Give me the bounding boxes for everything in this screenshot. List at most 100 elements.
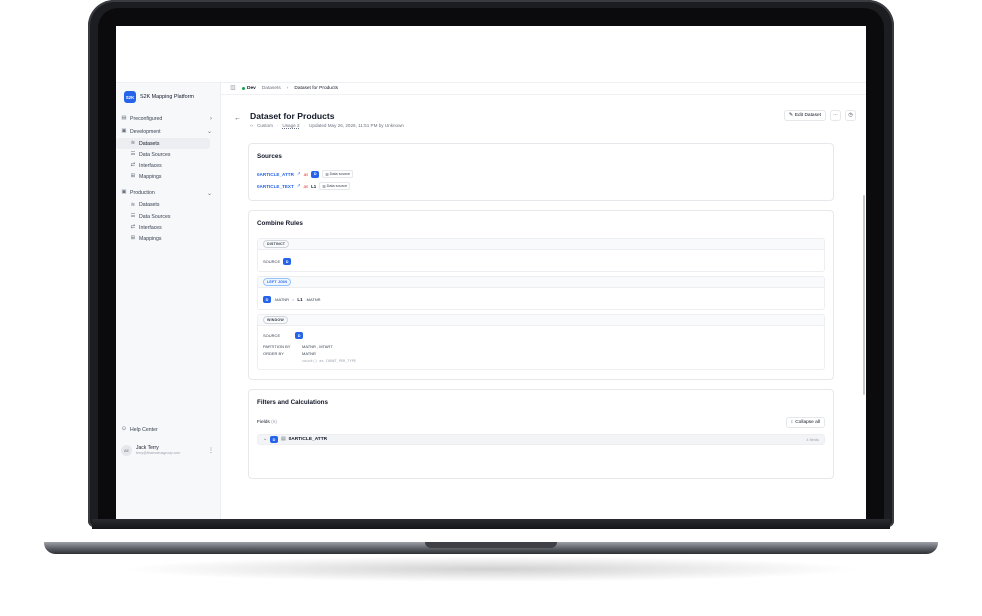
main-content: ◫ Dev Datasets › Dataset for Products ← …	[221, 83, 866, 519]
help-label: Help Center	[130, 427, 158, 433]
source-type-tag: ☰ Data source	[322, 170, 354, 178]
breadcrumb-datasets[interactable]: Datasets	[262, 86, 281, 91]
scrollbar[interactable]	[863, 195, 865, 395]
sidebar-toggle-icon[interactable]: ◫	[230, 85, 236, 92]
field-group-header[interactable]: ⌄ D ▤ 0ARTICLE_ATTR 4 fields	[257, 434, 825, 445]
distinct-badge: DISTINCT	[263, 240, 290, 248]
pencil-icon: ✎	[788, 113, 793, 118]
page-header: ← Dataset for Products ‹› Custom · Usage…	[221, 95, 866, 135]
grid-icon: ⊞	[130, 173, 136, 180]
layers-icon: ≋	[130, 139, 136, 146]
source-type-label: Data source	[326, 184, 348, 188]
more-button[interactable]: ···	[830, 110, 841, 121]
collapse-icon: ↕	[790, 420, 794, 425]
source-key-badge: L1	[311, 183, 317, 189]
source-key-badge: D	[311, 170, 320, 178]
database-icon: ☰	[130, 150, 136, 157]
left-join-badge: LEFT JOIN	[263, 278, 292, 286]
fields-label: Fields	[257, 420, 270, 425]
source-alias: as	[303, 183, 309, 189]
sidebar-item-dev-datasets[interactable]: ≋ Datasets	[116, 138, 210, 150]
app: S2K S2K Mapping Platform ▤ Preconfigured …	[116, 82, 866, 519]
database-icon: ☰	[325, 172, 329, 177]
left-field: .MATNR	[274, 297, 290, 302]
source-link[interactable]: 0ARTICLE_ATTR	[257, 172, 294, 177]
breadcrumb: ◫ Dev Datasets › Dataset for Products	[221, 83, 866, 95]
avatar: AE	[121, 445, 132, 456]
sidebar-item-label: Interfaces	[139, 162, 162, 169]
fields-heading: Fields (6)	[257, 420, 277, 425]
sidebar-item-prod-datasets[interactable]: ≋ Datasets	[116, 200, 210, 211]
page-title: Dataset for Products	[250, 111, 335, 121]
right-field: .MATNR	[305, 297, 321, 302]
meta-separator: ·	[276, 123, 279, 128]
sidebar-item-dev-interfaces[interactable]: ⇄ Interfaces	[116, 160, 210, 171]
source-link[interactable]: 0ARTICLE_TEXT	[257, 184, 294, 189]
sources-title: Sources	[257, 153, 282, 160]
sidebar: S2K S2K Mapping Platform ▤ Preconfigured …	[116, 83, 221, 519]
code-icon: ‹›	[250, 123, 254, 128]
page-meta: ‹› Custom · Usage 2 · Updated May 26, 20…	[250, 123, 404, 128]
source-label: SOURCE	[263, 333, 281, 338]
sidebar-item-prod-mappings[interactable]: ⊞ Mappings	[116, 233, 210, 244]
database-icon: ☰	[322, 184, 326, 189]
source-row: 0ARTICLE_ATTR ↗ as D ☰ Data source	[257, 170, 354, 178]
sidebar-item-dev-mappings[interactable]: ⊞ Mappings	[116, 172, 210, 183]
sidebar-item-prod-interfaces[interactable]: ⇄ Interfaces	[116, 222, 210, 233]
sidebar-item-label: Datasets	[139, 202, 160, 209]
sidebar-item-prod-data-sources[interactable]: ☰ Data Sources	[116, 211, 210, 222]
join-operator: =	[292, 297, 295, 302]
source-type-label: Data source	[329, 172, 351, 176]
rule-header: LEFT JOIN	[258, 277, 824, 288]
kebab-icon[interactable]: ⋮	[208, 447, 214, 454]
nav-group-development[interactable]: ▣ Development ⌄	[116, 125, 220, 138]
edit-dataset-label: Edit Dataset	[794, 113, 821, 118]
nav-group-production[interactable]: ▣ Production ⌄	[116, 187, 220, 200]
base-notch	[425, 542, 557, 548]
right-key-badge: L1	[297, 297, 303, 302]
chevron-down-icon: ⌄	[263, 437, 268, 442]
external-link-icon[interactable]: ↗	[297, 171, 301, 177]
chevron-right-icon: ›	[210, 116, 212, 122]
usage-link[interactable]: Usage 2	[282, 123, 299, 128]
nav-group-preconfigured[interactable]: ▤ Preconfigured ›	[116, 113, 220, 125]
back-arrow-icon[interactable]: ←	[234, 115, 241, 122]
source-row: 0ARTICLE_TEXT ↗ as L1 ☰ Data source	[257, 182, 351, 190]
preconfigured-icon: ▤	[121, 115, 127, 122]
group-name: 0ARTICLE_ATTR	[288, 437, 328, 442]
user-menu[interactable]: AE Jack Terry terry@finamdeusgroup.com ⋮	[121, 442, 214, 459]
sidebar-item-label: Interfaces	[139, 224, 162, 231]
interfaces-icon: ⇄	[130, 162, 136, 169]
rule-line: D .MATNR = L1 .MATNR	[263, 296, 321, 303]
source-key-badge: D	[283, 258, 292, 265]
nav-group-label: Production	[130, 190, 155, 197]
source-alias: as	[303, 171, 309, 177]
meta-separator: ·	[303, 123, 306, 128]
left-key-badge: D	[263, 296, 271, 303]
group-key-badge: D	[270, 436, 279, 443]
filters-card: Filters and Calculations Fields (6) ↕ Col…	[248, 389, 834, 479]
chevron-down-icon: ⌄	[206, 190, 212, 197]
env-indicator[interactable]: Dev	[242, 86, 256, 91]
header-actions: ✎ Edit Dataset ··· ◷	[783, 110, 856, 121]
sidebar-item-label: Data Sources	[139, 151, 171, 158]
external-link-icon[interactable]: ↗	[297, 183, 301, 189]
collapse-all-label: Collapse all	[795, 420, 820, 425]
source-key-badge: D	[295, 332, 304, 339]
updated-text: Updated May 26, 2026, 11:51 PM by Unknow…	[309, 123, 404, 128]
collapse-all-button[interactable]: ↕ Collapse all	[785, 417, 825, 428]
rule-header: WINDOW	[258, 315, 824, 326]
hinge	[92, 519, 890, 529]
nav-group-label: Preconfigured	[130, 116, 163, 122]
production-icon: ▣	[121, 189, 127, 196]
layers-icon: ≋	[130, 201, 136, 208]
brand-logo: S2K	[124, 91, 136, 103]
brand[interactable]: S2K S2K Mapping Platform	[116, 83, 220, 113]
edit-dataset-button[interactable]: ✎ Edit Dataset	[783, 110, 826, 121]
brand-name: S2K Mapping Platform	[140, 94, 194, 100]
history-button[interactable]: ◷	[845, 110, 856, 121]
sidebar-item-dev-data-sources[interactable]: ☰ Data Sources	[116, 149, 210, 160]
help-center-link[interactable]: ⊙ Help Center	[121, 427, 158, 433]
window-source-line: SOURCE D	[263, 332, 304, 339]
development-icon: ▣	[121, 127, 127, 134]
